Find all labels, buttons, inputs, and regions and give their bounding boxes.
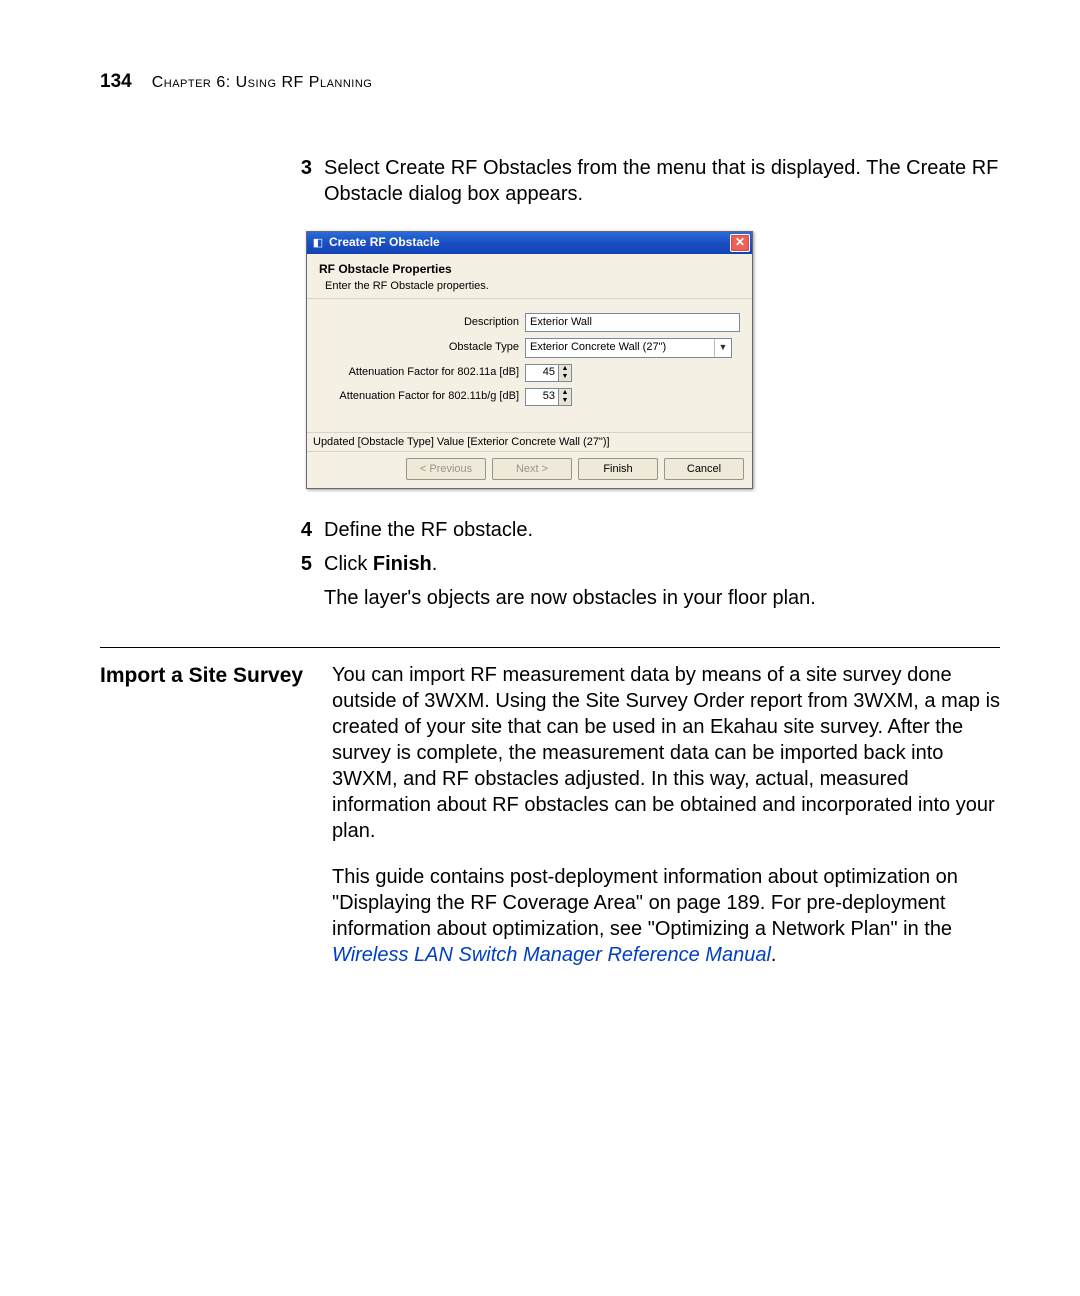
step-text: Click Finish. [324,551,1000,577]
dialog-title: Create RF Obstacle [329,235,730,251]
step-5: 5 Click Finish. [296,551,1000,577]
step-after: The layer's objects are now obstacles in… [296,585,1000,611]
step-4: 4 Define the RF obstacle. [296,517,1000,543]
chevron-down-icon[interactable]: ▼ [714,339,731,357]
obstacle-type-select[interactable]: Exterior Concrete Wall (27") ▼ [525,338,732,358]
page-number: 134 [100,70,132,95]
previous-button: < Previous [406,458,486,480]
obstacle-type-label: Obstacle Type [319,340,525,354]
app-icon: ◧ [311,236,325,250]
dialog-form: Description Exterior Wall Obstacle Type … [307,299,752,432]
description-input[interactable]: Exterior Wall [525,313,740,332]
section-paragraph-2: This guide contains post-deployment info… [332,864,1000,968]
step-text: Select Create RF Obstacles from the menu… [324,155,1000,207]
section-heading: Import a Site Survey [100,662,332,689]
attenuation-bg-stepper[interactable]: 53 ▲ ▼ [525,388,572,406]
step-number: 5 [296,551,312,577]
step-text: Define the RF obstacle. [324,517,1000,543]
spinner-up-icon[interactable]: ▲ [559,389,571,397]
step-3: 3 Select Create RF Obstacles from the me… [296,155,1000,207]
dialog-section-subtitle: Enter the RF Obstacle properties. [325,279,740,293]
dialog-titlebar: ◧ Create RF Obstacle ✕ [307,232,752,254]
finish-button[interactable]: Finish [578,458,658,480]
create-rf-obstacle-dialog: ◧ Create RF Obstacle ✕ RF Obstacle Prope… [306,231,753,489]
close-icon[interactable]: ✕ [730,234,750,252]
after-text: The layer's objects are now obstacles in… [324,585,1000,611]
attenuation-a-stepper[interactable]: 45 ▲ ▼ [525,364,572,382]
dialog-section-title: RF Obstacle Properties [319,262,740,278]
spinner-down-icon[interactable]: ▼ [559,373,571,381]
section-paragraph-1: You can import RF measurement data by me… [332,662,1000,844]
attenuation-a-label: Attenuation Factor for 802.11a [dB] [319,365,525,379]
dialog-button-bar: < Previous Next > Finish Cancel [307,451,752,488]
reference-manual-link[interactable]: Wireless LAN Switch Manager Reference Ma… [332,944,771,966]
section-rule [100,647,1000,648]
dialog-status: Updated [Obstacle Type] Value [Exterior … [307,432,752,451]
description-label: Description [319,315,525,329]
spinner-down-icon[interactable]: ▼ [559,397,571,405]
cancel-button[interactable]: Cancel [664,458,744,480]
chapter-title: Chapter 6: Using RF Planning [152,73,373,94]
step-number: 4 [296,517,312,543]
spinner-up-icon[interactable]: ▲ [559,365,571,373]
attenuation-bg-label: Attenuation Factor for 802.11b/g [dB] [319,389,525,403]
dialog-header: RF Obstacle Properties Enter the RF Obst… [307,254,752,299]
next-button: Next > [492,458,572,480]
page-header: 134 Chapter 6: Using RF Planning [100,70,1000,95]
step-number: 3 [296,155,312,207]
